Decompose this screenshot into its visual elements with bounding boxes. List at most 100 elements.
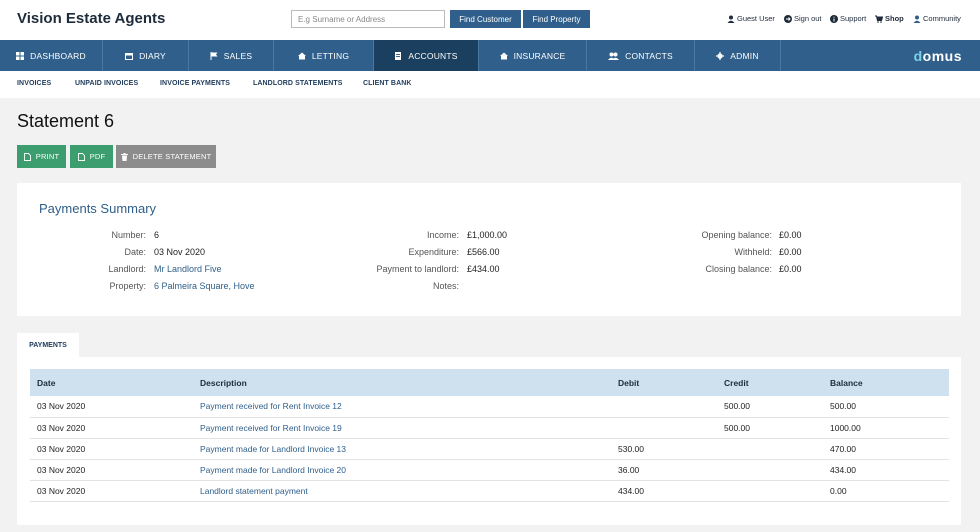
support-link[interactable]: Support <box>830 14 866 23</box>
closing-balance-label: Closing balance: <box>705 264 772 274</box>
document-icon <box>23 152 31 161</box>
row-description-link[interactable]: Payment received for Rent Invoice 19 <box>193 417 611 438</box>
row-description-link[interactable]: Payment received for Rent Invoice 12 <box>193 396 611 417</box>
find-customer-button[interactable]: Find Customer <box>450 10 521 28</box>
guest-user-link[interactable]: Guest User <box>727 14 775 23</box>
search-input[interactable] <box>291 10 445 28</box>
row-balance: 434.00 <box>830 464 856 475</box>
row-date: 03 Nov 2020 <box>37 401 86 412</box>
row-debit <box>611 417 717 438</box>
document-icon <box>77 152 85 161</box>
community-label: Community <box>923 14 961 23</box>
landlord-link[interactable]: Mr Landlord Five <box>154 264 222 274</box>
header-balance[interactable]: Balance <box>823 369 949 396</box>
info-icon <box>830 14 838 23</box>
summary-title: Payments Summary <box>39 201 157 216</box>
subnav-landlord-statements[interactable]: LANDLORD STATEMENTS <box>253 80 343 87</box>
page-title: Statement 6 <box>17 111 115 131</box>
community-icon <box>913 15 921 23</box>
print-button[interactable]: PRINT <box>17 145 66 168</box>
header-credit[interactable]: Credit <box>717 369 823 396</box>
row-debit <box>611 396 717 417</box>
nav-dashboard[interactable]: DASHBOARD <box>0 40 103 71</box>
row-balance: 0.00 <box>830 485 847 496</box>
main-nav: DASHBOARD DIARY SALES LETTING ACCOUNTS I… <box>0 40 980 71</box>
table-row: 03 Nov 2020 Payment made for Landlord In… <box>30 459 949 480</box>
row-date: 03 Nov 2020 <box>37 485 86 496</box>
header-description[interactable]: Description <box>193 369 611 396</box>
row-debit: 434.00 <box>618 485 644 496</box>
withheld-label: Withheld: <box>734 247 772 257</box>
table-header-row: Date Description Debit Credit Balance <box>30 369 949 396</box>
header-debit[interactable]: Debit <box>611 369 717 396</box>
row-description-link[interactable]: Payment made for Landlord Invoice 13 <box>193 438 611 459</box>
pdf-label: PDF <box>89 152 106 161</box>
nav-diary[interactable]: DIARY <box>103 40 189 71</box>
shop-link[interactable]: Shop <box>875 14 904 23</box>
nav-admin-label: ADMIN <box>730 50 759 61</box>
row-credit <box>717 438 823 459</box>
nav-diary-label: DIARY <box>139 50 166 61</box>
nav-insurance[interactable]: INSURANCE <box>479 40 587 71</box>
payments-summary-panel: Payments Summary Number: 6 Date: 03 Nov … <box>17 183 961 316</box>
table-row: 03 Nov 2020 Payment made for Landlord In… <box>30 438 949 459</box>
withheld-value: £0.00 <box>779 247 802 257</box>
landlord-label: Landlord: <box>108 264 146 274</box>
nav-contacts[interactable]: CONTACTS <box>587 40 695 71</box>
users-icon <box>608 52 620 60</box>
nav-accounts[interactable]: ACCOUNTS <box>374 40 479 71</box>
sign-out-icon <box>784 14 792 23</box>
guest-user-label: Guest User <box>737 14 775 23</box>
delete-statement-label: DELETE STATEMENT <box>132 152 212 161</box>
print-label: PRINT <box>35 152 60 161</box>
date-value: 03 Nov 2020 <box>154 247 206 257</box>
row-date: 03 Nov 2020 <box>37 422 86 433</box>
nav-contacts-label: CONTACTS <box>625 50 673 61</box>
row-date: 03 Nov 2020 <box>37 443 86 454</box>
top-header: Vision Estate Agents Find Customer Find … <box>0 0 980 40</box>
community-link[interactable]: Community <box>913 14 961 23</box>
date-label: Date: <box>124 247 146 257</box>
user-icon <box>727 15 735 23</box>
find-property-button[interactable]: Find Property <box>523 10 590 28</box>
row-credit <box>717 459 823 480</box>
home-icon <box>499 52 508 59</box>
nav-insurance-label: INSURANCE <box>513 50 566 61</box>
property-label: Property: <box>109 281 146 291</box>
ledger-icon <box>395 51 402 60</box>
subnav-invoice-payments[interactable]: INVOICE PAYMENTS <box>160 80 230 87</box>
subnav-unpaid-invoices[interactable]: UNPAID INVOICES <box>75 80 138 87</box>
payment-to-landlord-value: £434.00 <box>467 264 500 274</box>
pdf-button[interactable]: PDF <box>70 145 113 168</box>
nav-letting-label: LETTING <box>311 50 350 61</box>
row-balance: 500.00 <box>830 401 856 412</box>
sign-out-link[interactable]: Sign out <box>784 14 822 23</box>
row-description-link[interactable]: Payment made for Landlord Invoice 20 <box>193 459 611 480</box>
nav-dashboard-label: DASHBOARD <box>30 50 86 61</box>
row-balance: 470.00 <box>830 443 856 454</box>
nav-accounts-label: ACCOUNTS <box>408 50 458 61</box>
income-value: £1,000.00 <box>467 230 508 240</box>
sign-out-label: Sign out <box>794 14 822 23</box>
closing-balance-value: £0.00 <box>779 264 802 274</box>
dashboard-icon <box>16 51 25 60</box>
row-date: 03 Nov 2020 <box>37 464 86 475</box>
payment-to-landlord-label: Payment to landlord: <box>376 264 459 274</box>
row-debit: 530.00 <box>618 443 644 454</box>
nav-letting[interactable]: LETTING <box>274 40 374 71</box>
notes-label: Notes: <box>432 281 459 291</box>
subnav-invoices[interactable]: INVOICES <box>17 80 51 87</box>
shop-label: Shop <box>885 14 904 23</box>
subnav-client-bank[interactable]: CLIENT BANK <box>363 80 412 87</box>
expenditure-value: £566.00 <box>467 247 500 257</box>
nav-admin[interactable]: ADMIN <box>695 40 781 71</box>
delete-statement-button[interactable]: DELETE STATEMENT <box>116 145 216 168</box>
nav-sales-label: SALES <box>223 50 253 61</box>
row-description-link[interactable]: Landlord statement payment <box>193 480 611 501</box>
nav-sales[interactable]: SALES <box>189 40 274 71</box>
opening-balance-value: £0.00 <box>779 230 802 240</box>
header-date[interactable]: Date <box>30 369 193 396</box>
tab-payments[interactable]: PAYMENTS <box>17 333 79 357</box>
property-link[interactable]: 6 Palmeira Square, Hove <box>154 281 255 291</box>
number-label: Number: <box>111 230 146 240</box>
